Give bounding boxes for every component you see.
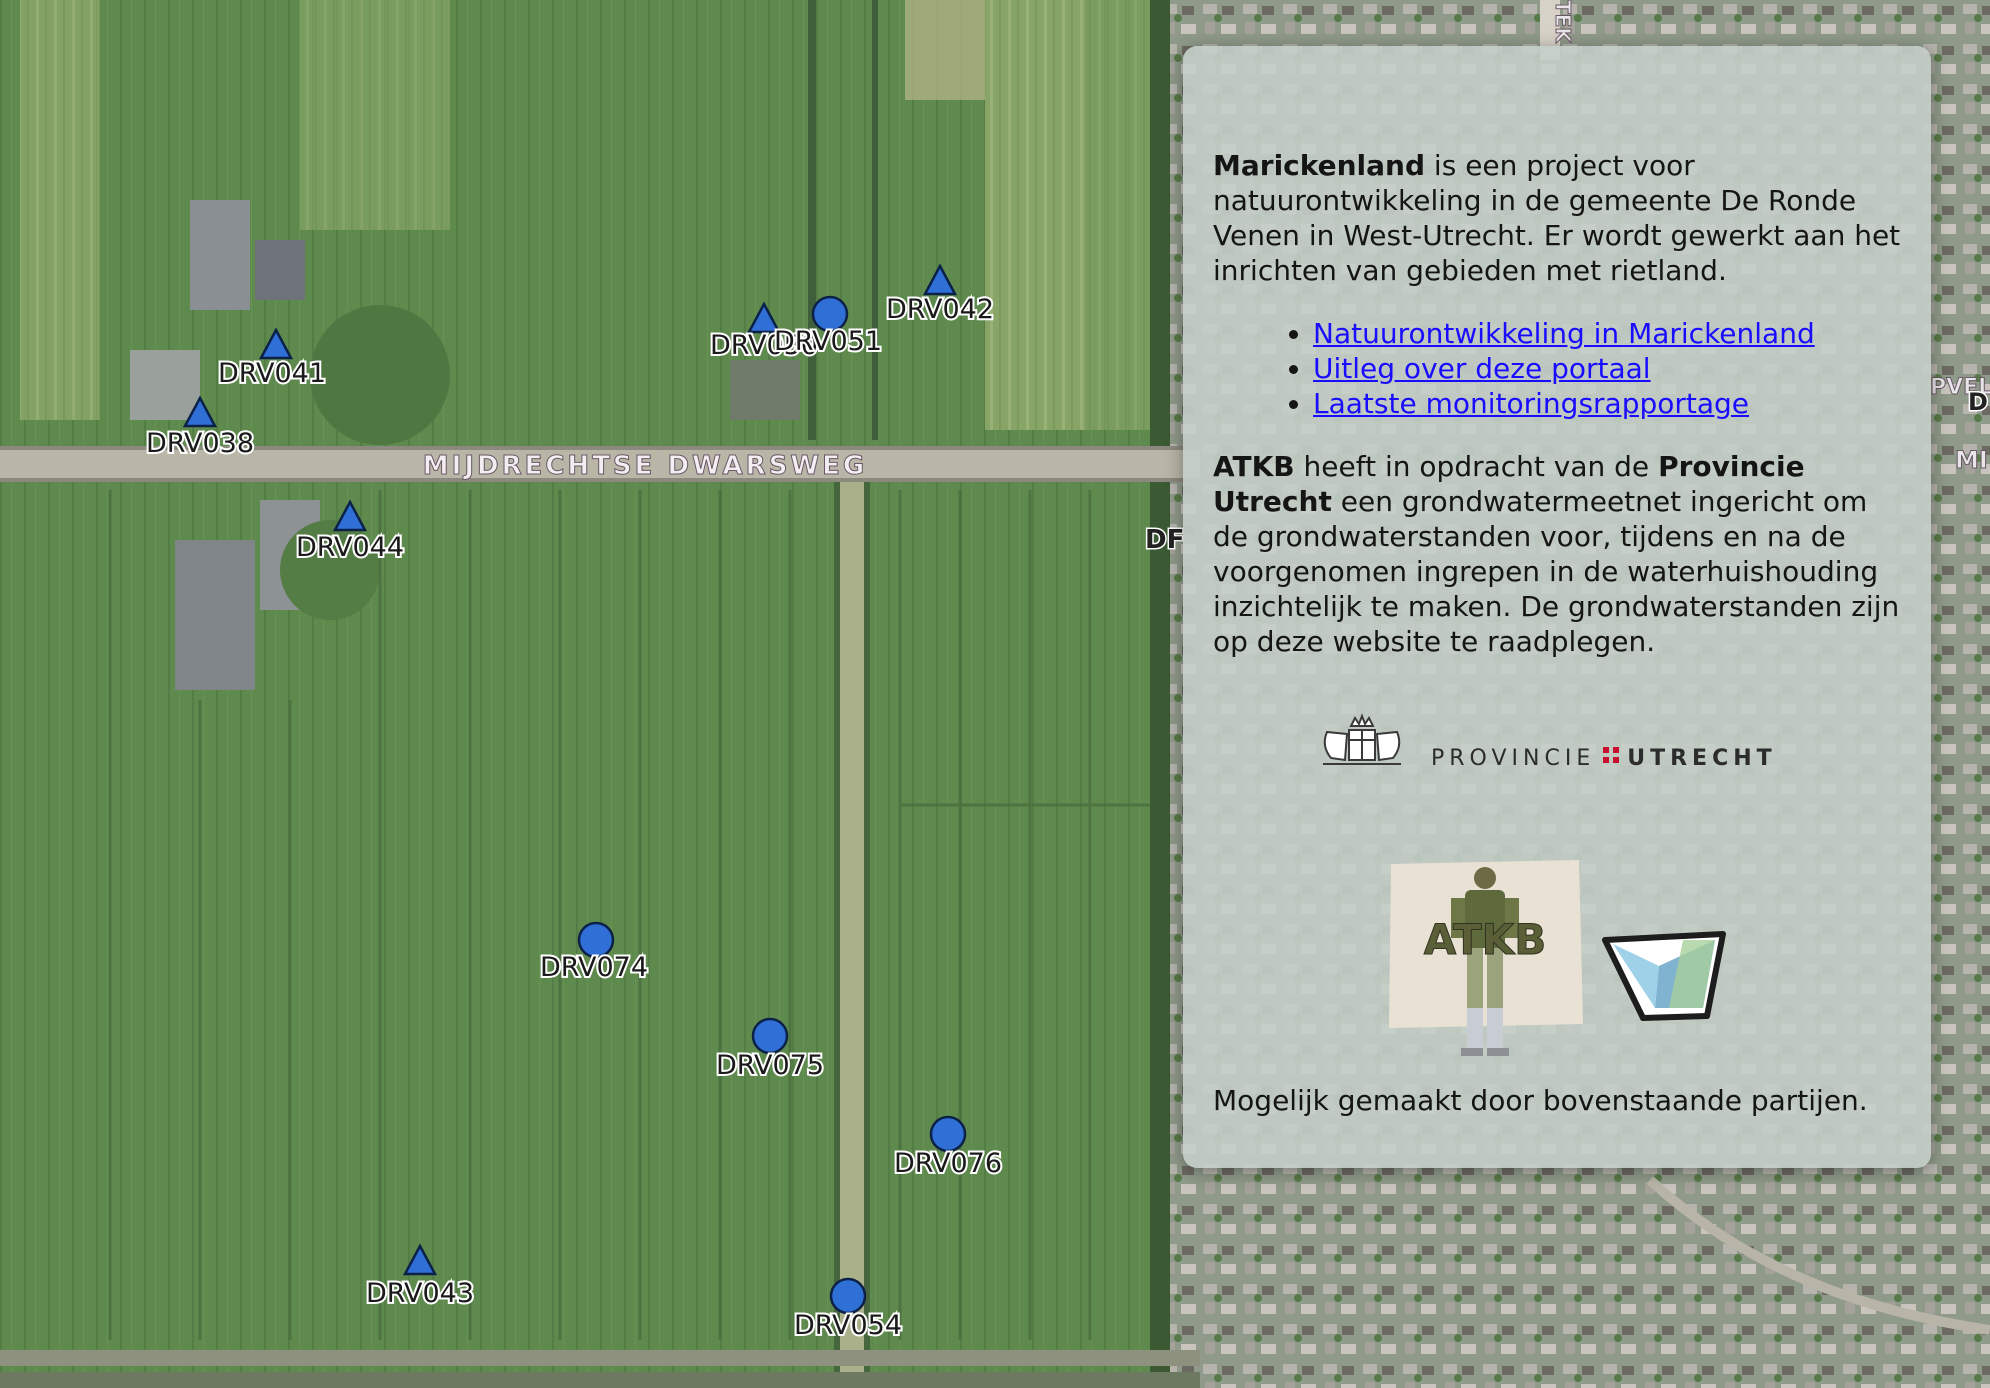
station-label: DRV075 <box>716 1050 824 1081</box>
edge-label: DF <box>1145 525 1184 555</box>
atkb-name: ATKB <box>1213 450 1295 483</box>
street-label: MIJDRECHTSE DWARSWEG <box>423 451 867 481</box>
provincie-word: PROVINCIE <box>1431 746 1596 771</box>
atkb-paragraph: ATKB heeft in opdracht van de Provincie … <box>1213 449 1903 659</box>
atkb-logo-text: ATKB <box>1424 915 1546 964</box>
station-label: DRV038 <box>146 428 254 459</box>
edge-label: MI <box>1955 446 1988 474</box>
list-item: Uitleg over deze portaal <box>1313 351 1903 386</box>
atkb-logo: ATKB <box>1389 860 1583 1056</box>
info-text-scroll[interactable]: Marickenland is een project voor natuuro… <box>1213 148 1903 708</box>
station-label: DRV041 <box>218 358 326 389</box>
dots-icon <box>1603 747 1620 763</box>
utrecht-word: UTRECHT <box>1627 746 1777 771</box>
link-list: Natuurontwikkeling in Marickenland Uitle… <box>1213 316 1903 421</box>
info-panel: Marickenland is een project voor natuuro… <box>1183 46 1931 1168</box>
provincie-wordmark: PROVINCIE UTRECHT <box>1431 746 1777 771</box>
station-label: DRV076 <box>894 1148 1002 1179</box>
station-label: DRV044 <box>296 532 404 563</box>
project-name: Marickenland <box>1213 149 1426 182</box>
link-natuurontwikkeling[interactable]: Natuurontwikkeling in Marickenland <box>1313 317 1815 350</box>
station-label: DRV051 <box>774 326 882 357</box>
station-label: DRV042 <box>886 294 994 325</box>
station-label: DRV043 <box>366 1278 474 1309</box>
station-circle-marker[interactable] <box>829 1277 867 1315</box>
atkb-text-1: heeft in opdracht van de <box>1294 450 1659 483</box>
edge-label: D <box>1968 388 1988 416</box>
footer-text: Mogelijk gemaakt door bovenstaande parti… <box>1213 1084 1868 1117</box>
link-uitleg-portaal[interactable]: Uitleg over deze portaal <box>1313 352 1651 385</box>
station-label: DRV074 <box>540 952 648 983</box>
station-label: DRV054 <box>794 1310 902 1341</box>
list-item: Laatste monitoringsrapportage <box>1313 386 1903 421</box>
list-item: Natuurontwikkeling in Marickenland <box>1313 316 1903 351</box>
v-logo <box>1602 931 1726 1021</box>
edge-label: TEK <box>1551 0 1575 44</box>
station-circle-marker[interactable] <box>929 1115 967 1153</box>
station-circle-marker[interactable] <box>751 1017 789 1055</box>
intro-paragraph: Marickenland is een project voor natuuro… <box>1213 148 1903 288</box>
coat-of-arms-icon <box>1323 713 1401 765</box>
link-monitoringsrapportage[interactable]: Laatste monitoringsrapportage <box>1313 387 1749 420</box>
